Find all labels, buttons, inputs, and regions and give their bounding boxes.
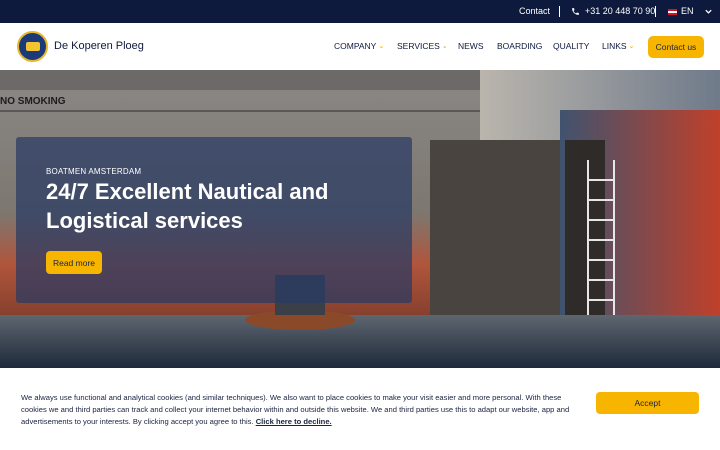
language-label: EN [681, 6, 694, 16]
chevron-down-icon: ⌄ [628, 43, 635, 50]
contact-link[interactable]: Contact [519, 0, 550, 23]
read-more-button[interactable]: Read more [46, 251, 102, 274]
nav-links[interactable]: LINKS ⌄ [602, 23, 634, 70]
phone-icon [572, 8, 579, 15]
brand-name[interactable]: De Koperen Ploeg [54, 40, 144, 52]
hero-title: 24/7 Excellent Nautical and Logistical s… [46, 179, 329, 233]
nav-boarding[interactable]: BOARDING [497, 23, 542, 70]
hero-eyebrow: BOATMEN AMSTERDAM [46, 167, 142, 176]
chevron-down-icon: ⌄ [441, 43, 448, 50]
language-selector[interactable]: EN [668, 0, 713, 23]
phone-link[interactable]: +31 20 448 70 90 [571, 0, 655, 23]
nav-company[interactable]: COMPANY ⌄ [334, 23, 384, 70]
chevron-down-icon [704, 9, 712, 14]
decline-cookies-link[interactable]: Click here to decline. [256, 417, 332, 426]
nav-services[interactable]: SERVICES ⌄ [397, 23, 448, 70]
separator [655, 6, 656, 17]
nav-quality[interactable]: QUALITY [553, 23, 589, 70]
accept-cookies-button[interactable]: Accept [596, 392, 699, 414]
nav-label: SERVICES [397, 41, 440, 51]
separator [559, 6, 560, 17]
logo-emblem-icon [26, 42, 40, 51]
contact-us-button[interactable]: Contact us [648, 36, 704, 58]
nav-news[interactable]: NEWS [458, 23, 484, 70]
uk-flag-icon [668, 8, 677, 15]
nav-label: COMPANY [334, 41, 377, 51]
phone-number: +31 20 448 70 90 [585, 6, 656, 16]
ship-no-smoking-text: NO SMOKING [0, 96, 66, 107]
top-bar: Contact +31 20 448 70 90 EN [0, 0, 720, 23]
nav-label: LINKS [602, 41, 627, 51]
main-header: De Koperen Ploeg COMPANY ⌄ SERVICES ⌄ NE… [0, 23, 720, 70]
cookie-message: We always use functional and analytical … [21, 392, 581, 428]
chevron-down-icon: ⌄ [378, 43, 385, 50]
logo[interactable] [17, 31, 48, 62]
cookie-banner: We always use functional and analytical … [0, 368, 720, 450]
